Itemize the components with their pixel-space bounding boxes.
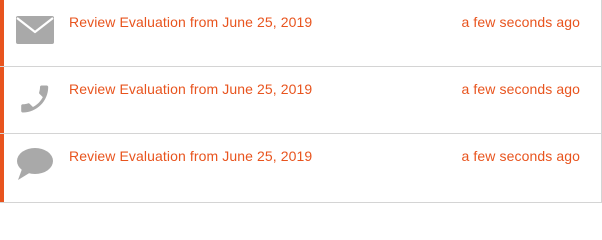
notification-item[interactable]: Review Evaluation from June 25, 2019 a f… bbox=[0, 67, 601, 134]
notification-title[interactable]: Review Evaluation from June 25, 2019 bbox=[69, 14, 312, 30]
notification-timestamp: a few seconds ago bbox=[461, 14, 580, 30]
notification-timestamp: a few seconds ago bbox=[461, 81, 580, 97]
notification-title[interactable]: Review Evaluation from June 25, 2019 bbox=[69, 148, 312, 164]
notification-feed: Review Evaluation from June 25, 2019 a f… bbox=[0, 0, 602, 203]
phone-icon bbox=[15, 81, 55, 117]
notification-title[interactable]: Review Evaluation from June 25, 2019 bbox=[69, 81, 312, 97]
notification-item[interactable]: Review Evaluation from June 25, 2019 a f… bbox=[0, 134, 601, 202]
notification-timestamp: a few seconds ago bbox=[461, 148, 580, 164]
notification-item[interactable]: Review Evaluation from June 25, 2019 a f… bbox=[0, 0, 601, 67]
envelope-icon bbox=[15, 12, 55, 48]
speech-bubble-icon bbox=[15, 146, 55, 182]
